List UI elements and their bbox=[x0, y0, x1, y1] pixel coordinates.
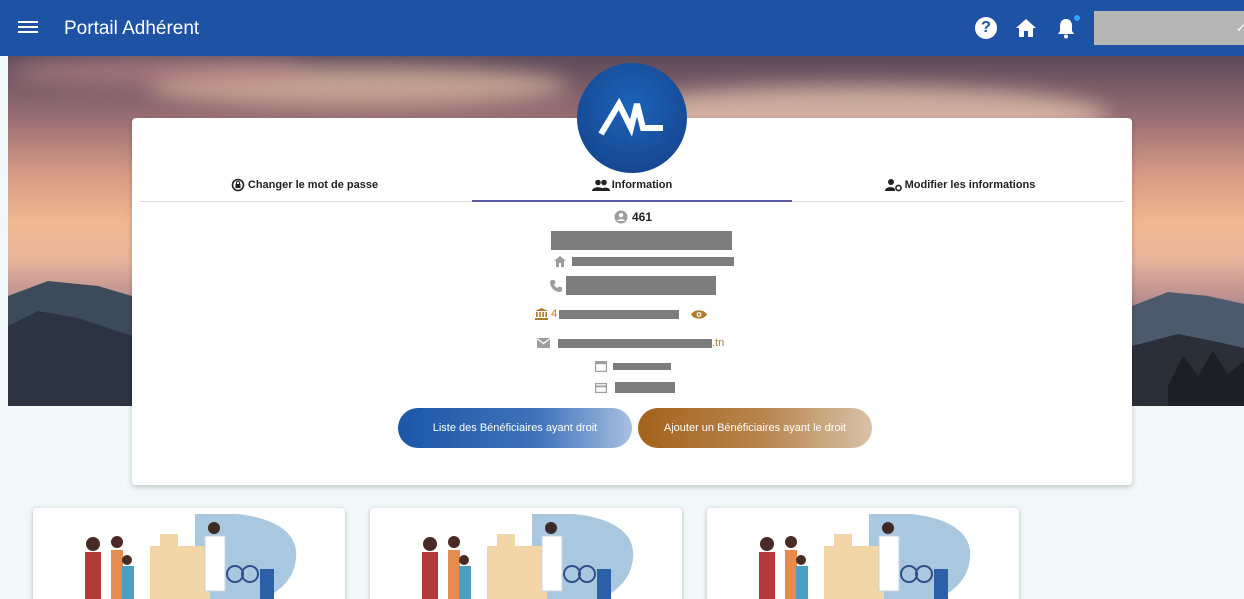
profile-card: Changer le mot de passe Information Modi… bbox=[132, 118, 1132, 485]
email-row: .tn bbox=[537, 337, 724, 349]
bank-prefix: 4 bbox=[551, 308, 558, 320]
feature-card-1[interactable] bbox=[33, 508, 345, 599]
tab-edit-info[interactable]: Modifier les informations bbox=[796, 168, 1124, 201]
top-app-bar: Portail Adhérent ? ✓ bbox=[0, 0, 1244, 56]
phone-icon bbox=[550, 279, 562, 292]
menu-icon[interactable] bbox=[18, 18, 38, 38]
eye-icon[interactable] bbox=[691, 309, 708, 320]
help-icon[interactable]: ? bbox=[974, 16, 998, 40]
feature-card-2[interactable] bbox=[370, 508, 682, 599]
phone-row bbox=[550, 276, 716, 295]
user-cog-icon bbox=[884, 178, 902, 191]
people-icon bbox=[591, 179, 610, 191]
member-id-row: 461 bbox=[614, 210, 652, 224]
name-row bbox=[551, 231, 732, 250]
lock-reset-icon bbox=[231, 178, 245, 191]
top-icons: ? ✓ bbox=[974, 0, 1244, 56]
notification-dot bbox=[1073, 14, 1081, 22]
card-icon bbox=[595, 382, 607, 393]
tab-change-password[interactable]: Changer le mot de passe bbox=[140, 168, 468, 201]
family-doctor-illustration bbox=[422, 514, 634, 599]
account-circle-icon bbox=[614, 210, 628, 224]
email-suffix: .tn bbox=[712, 337, 725, 349]
chevron-down-icon: ✓ bbox=[1235, 21, 1244, 35]
family-doctor-illustration bbox=[759, 514, 971, 599]
app-title: Portail Adhérent bbox=[64, 18, 200, 39]
tab-label: Changer le mot de passe bbox=[247, 178, 379, 191]
mail-icon bbox=[537, 338, 550, 348]
home-small-icon bbox=[554, 256, 566, 267]
bank-icon bbox=[535, 308, 548, 320]
brand-logo bbox=[577, 63, 687, 173]
bank-row: 4 bbox=[535, 308, 708, 320]
tab-bar: Changer le mot de passe Information Modi… bbox=[140, 168, 1124, 202]
bell-icon[interactable] bbox=[1054, 14, 1081, 40]
feature-card-3[interactable] bbox=[707, 508, 1019, 599]
calendar-icon bbox=[595, 361, 607, 372]
tab-label: Information bbox=[611, 178, 673, 191]
home-icon[interactable] bbox=[1014, 16, 1038, 40]
address-redacted bbox=[572, 257, 734, 266]
family-doctor-illustration bbox=[85, 514, 297, 599]
phone-redacted bbox=[566, 276, 716, 295]
birthdate-redacted bbox=[613, 362, 671, 370]
list-beneficiaries-button[interactable]: Liste des Bénéficiaires ayant droit bbox=[398, 408, 632, 448]
bank-redacted bbox=[559, 309, 680, 319]
card-row bbox=[595, 382, 675, 393]
tab-label: Modifier les informations bbox=[904, 178, 1036, 191]
add-beneficiary-button[interactable]: Ajouter un Bénéficiaires ayant le droit bbox=[638, 408, 872, 448]
email-redacted bbox=[558, 338, 712, 348]
member-id: 461 bbox=[632, 210, 653, 224]
card-redacted bbox=[615, 382, 675, 393]
address-row bbox=[554, 256, 734, 267]
user-menu[interactable]: ✓ bbox=[1094, 11, 1244, 45]
name-redacted bbox=[551, 231, 732, 250]
birthdate-row bbox=[595, 360, 671, 372]
